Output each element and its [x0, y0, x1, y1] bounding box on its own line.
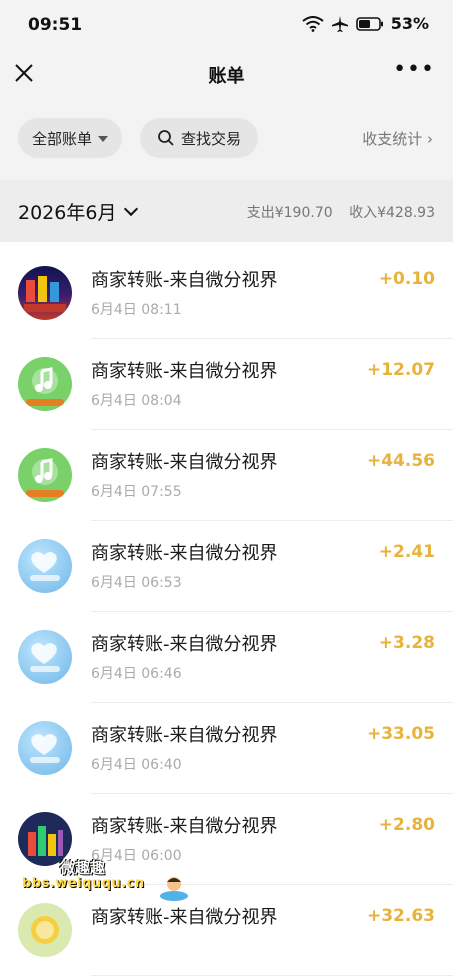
nav-bar: 账单 ••• — [0, 50, 453, 96]
transaction-time: 6月4日 06:46 — [91, 666, 182, 682]
month-header: 2026年6月 支出¥190.70 收入¥428.93 — [0, 180, 453, 242]
page-title: 账单 — [208, 66, 245, 87]
transaction-amount: +2.41 — [378, 542, 435, 562]
status-time: 09:51 — [28, 15, 83, 35]
merchant-avatar — [18, 266, 72, 320]
transaction-row[interactable]: 商家转账-来自微分视界 6月4日 06:46 +3.28 — [0, 612, 453, 703]
transaction-time: 6月4日 07:55 — [91, 484, 182, 500]
transaction-time: 6月4日 08:04 — [91, 393, 182, 409]
transaction-row[interactable]: 商家转账-来自微分视界 6月4日 06:40 +33.05 — [0, 703, 453, 794]
merchant-avatar — [18, 539, 72, 593]
transaction-row[interactable]: 商家转账-来自微分视界 6月4日 08:04 +12.07 — [0, 339, 453, 430]
transaction-row[interactable]: 商家转账-来自微分视界 6月4日 07:55 +44.56 — [0, 430, 453, 521]
wifi-icon — [302, 15, 324, 32]
caret-down-icon — [98, 136, 108, 142]
income-total: 收入¥428.93 — [349, 205, 435, 221]
transaction-title: 商家转账-来自微分视界 — [91, 361, 278, 382]
transaction-title: 商家转账-来自微分视界 — [91, 634, 278, 655]
search-label: 查找交易 — [180, 129, 241, 148]
battery-percentage: 53% — [390, 14, 429, 33]
transaction-time: 6月4日 08:11 — [91, 302, 182, 318]
merchant-avatar — [18, 721, 72, 775]
transaction-row[interactable]: 商家转账-来自微分视界 6月4日 08:11 +0.10 — [0, 242, 453, 339]
transaction-amount: +33.05 — [366, 724, 435, 744]
airplane-icon — [331, 15, 348, 32]
transaction-amount: +12.07 — [366, 360, 435, 380]
transaction-amount: +2.80 — [378, 815, 435, 835]
transaction-amount: +32.63 — [366, 906, 435, 926]
transaction-row[interactable]: 商家转账-来自微分视界 +32.63 — [0, 885, 453, 976]
month-selector[interactable]: 2026年6月 — [18, 198, 139, 225]
watermark-url: bbs.weiququ.cn — [22, 876, 145, 891]
chevron-down-icon — [124, 201, 139, 217]
transaction-amount: +3.28 — [378, 633, 435, 653]
search-icon — [158, 130, 174, 146]
search-transactions-button[interactable]: 查找交易 — [140, 118, 258, 158]
battery-icon — [355, 16, 383, 31]
transaction-title: 商家转账-来自微分视界 — [91, 270, 278, 291]
watermark-mascot-icon — [160, 877, 188, 901]
transaction-title: 商家转账-来自微分视界 — [91, 816, 278, 837]
status-icons: 53% — [302, 14, 429, 33]
transaction-time: 6月4日 06:53 — [91, 575, 182, 591]
transaction-amount: +0.10 — [378, 269, 435, 289]
expense-total: 支出¥190.70 — [246, 205, 333, 221]
merchant-avatar — [18, 448, 72, 502]
watermark-text: 微趣趣 — [60, 859, 106, 877]
transaction-title: 商家转账-来自微分视界 — [91, 725, 278, 746]
month-summary: 支出¥190.70 收入¥428.93 — [243, 202, 435, 222]
more-options-button[interactable]: ••• — [393, 59, 435, 81]
transaction-amount: +44.56 — [366, 451, 435, 471]
merchant-avatar — [18, 357, 72, 411]
transaction-time: 6月4日 06:40 — [91, 757, 182, 773]
income-expense-stats-link[interactable]: 收支统计 › — [362, 128, 433, 149]
transaction-title: 商家转账-来自微分视界 — [91, 907, 278, 928]
all-bills-label: 全部账单 — [31, 129, 92, 148]
filter-bar: 全部账单 查找交易 收支统计 › — [0, 96, 453, 180]
all-bills-dropdown[interactable]: 全部账单 — [18, 118, 122, 158]
status-bar: 09:51 53% — [0, 0, 453, 50]
month-label: 2026年6月 — [18, 202, 117, 224]
merchant-avatar — [18, 630, 72, 684]
merchant-avatar — [18, 903, 72, 957]
transaction-row[interactable]: 商家转账-来自微分视界 6月4日 06:53 +2.41 — [0, 521, 453, 612]
transaction-title: 商家转账-来自微分视界 — [91, 452, 278, 473]
transaction-title: 商家转账-来自微分视界 — [91, 543, 278, 564]
